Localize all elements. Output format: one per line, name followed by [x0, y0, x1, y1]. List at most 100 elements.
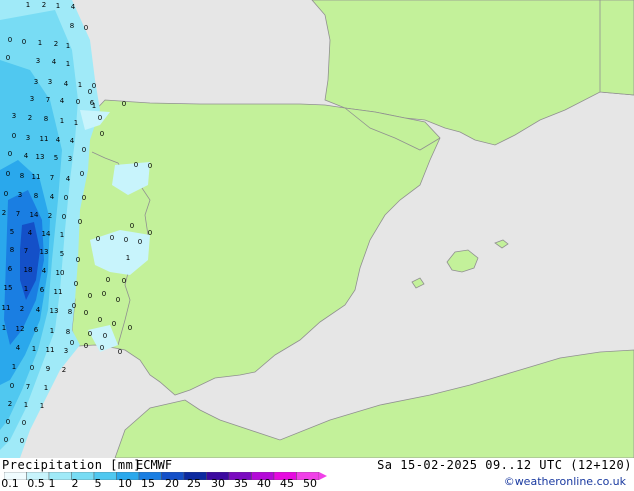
station-value: 8 [70, 22, 74, 30]
legend-label: 2 [71, 477, 79, 490]
station-value: 7 [24, 247, 28, 255]
legend-label: 5 [94, 477, 102, 490]
station-value: 4 [50, 193, 55, 201]
map-title: Precipitation [mm] [2, 458, 142, 472]
station-value: 4 [64, 80, 69, 88]
station-value: 13 [50, 307, 59, 315]
station-value: 1 [2, 324, 6, 332]
station-value: 14 [30, 211, 39, 219]
legend-label: 35 [234, 477, 248, 490]
station-value: 8 [44, 115, 48, 123]
station-value: 4 [52, 58, 57, 66]
station-value: 4 [71, 3, 76, 11]
station-value: 0 [100, 344, 104, 352]
station-value: 0 [118, 348, 122, 356]
station-value: 0 [88, 330, 92, 338]
station-value: 13 [40, 248, 49, 256]
station-value: 0 [72, 302, 76, 310]
station-value: 0 [130, 222, 134, 230]
station-value: 0 [122, 100, 126, 108]
station-value: 2 [48, 212, 52, 220]
station-value: 1 [38, 39, 42, 47]
station-value: 13 [36, 153, 45, 161]
station-value: 0 [88, 88, 92, 96]
station-value: 0 [106, 276, 110, 284]
station-value: 11 [54, 288, 63, 296]
station-value: 0 [100, 130, 104, 138]
station-value: 11 [40, 135, 49, 143]
station-value: 0 [6, 54, 10, 62]
station-value: 0 [76, 256, 80, 264]
precipitation-map: 1 2 1 4 0 0 1 2 8 0 1 3 4 1 0 3 3 4 1 0 3 7 4 0 6 3 2 8 1 1 0 3 11 4 4 0 4 13… [0, 0, 634, 458]
station-value: 7 [50, 174, 54, 182]
station-value: 1 [56, 2, 60, 10]
station-value: 0 [82, 194, 86, 202]
station-value: 1 [66, 60, 70, 68]
station-value: 7 [26, 383, 30, 391]
station-value: 0 [12, 132, 16, 140]
station-value: 2 [42, 1, 46, 9]
station-value: 3 [30, 95, 34, 103]
station-value: 1 [92, 102, 96, 110]
station-value: 3 [18, 191, 22, 199]
station-value: 0 [96, 235, 100, 243]
station-value: 2 [2, 209, 6, 217]
station-value: 0 [78, 218, 82, 226]
station-value: 10 [56, 269, 65, 277]
station-value: 3 [64, 347, 68, 355]
station-value: 0 [124, 236, 128, 244]
station-value: 8 [34, 192, 38, 200]
station-value: 4 [70, 137, 75, 145]
legend-label: 0.5 [27, 477, 45, 490]
station-value: 12 [16, 325, 25, 333]
station-value: 7 [16, 210, 20, 218]
legend-label: 0.1 [1, 477, 19, 490]
station-value: 0 [4, 436, 8, 444]
station-value: 5 [54, 154, 58, 162]
station-value: 11 [2, 304, 11, 312]
station-value: 1 [60, 231, 64, 239]
station-value: 1 [126, 254, 130, 262]
legend-label: 1 [48, 477, 56, 490]
station-value: 1 [24, 401, 28, 409]
station-value: 0 [70, 339, 74, 347]
station-value: 14 [42, 230, 51, 238]
legend-label: 10 [118, 477, 132, 490]
station-value: 1 [32, 345, 36, 353]
station-value: 3 [12, 112, 16, 120]
station-value: 0 [84, 309, 88, 317]
credit-link[interactable]: ©weatheronline.co.uk [504, 475, 626, 488]
station-value: 1 [60, 117, 64, 125]
station-value: 0 [103, 332, 107, 340]
station-value: 5 [60, 250, 64, 258]
station-value: 1 [12, 363, 16, 371]
station-value: 1 [24, 285, 28, 293]
station-value: 3 [34, 78, 38, 86]
station-value: 4 [28, 229, 33, 237]
station-value: 2 [54, 40, 58, 48]
station-value: 0 [62, 213, 66, 221]
station-value: 0 [8, 150, 12, 158]
station-value: 0 [20, 437, 24, 445]
station-value: 0 [76, 98, 80, 106]
station-value: 2 [28, 114, 32, 122]
station-value: 1 [40, 402, 44, 410]
station-value: 0 [134, 161, 138, 169]
station-value: 18 [24, 266, 33, 274]
station-value: 6 [34, 326, 39, 334]
station-value: 0 [88, 292, 92, 300]
station-value: 0 [148, 162, 152, 170]
station-value: 0 [98, 316, 102, 324]
station-value: 4 [42, 267, 47, 275]
station-value: 4 [16, 344, 21, 352]
land-italy-corner [599, 0, 634, 96]
station-value: 0 [10, 382, 14, 390]
map-footer: Precipitation [mm] ECMWF Sa 15-02-2025 0… [0, 458, 634, 490]
station-value: 4 [60, 97, 65, 105]
station-value: 4 [66, 175, 71, 183]
station-value: 4 [24, 152, 29, 160]
station-value: 11 [46, 346, 55, 354]
station-value: 3 [68, 155, 72, 163]
legend-label: 15 [141, 477, 155, 490]
station-value: 0 [22, 38, 26, 46]
